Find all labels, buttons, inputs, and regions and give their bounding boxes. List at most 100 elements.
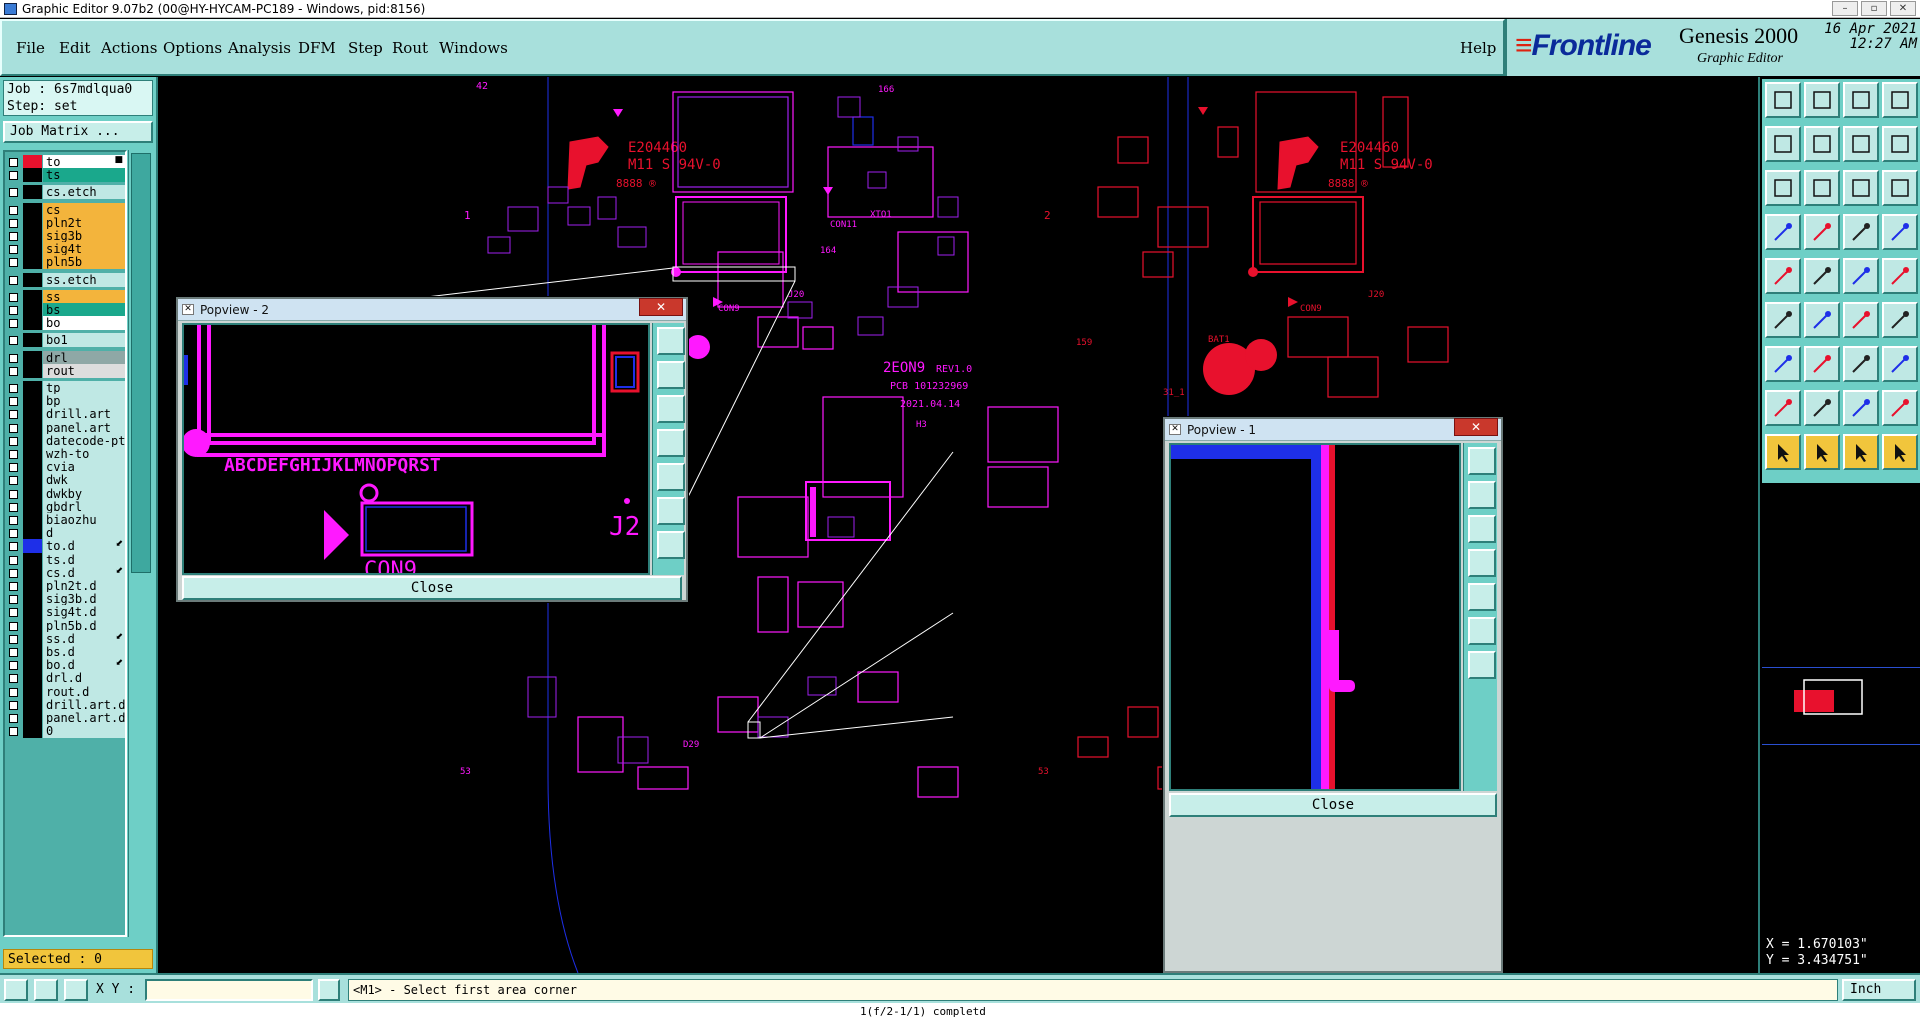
tool-button-r1c2[interactable] <box>1804 82 1840 118</box>
layer-checkbox[interactable] <box>9 410 18 420</box>
layer-color-swatch[interactable] <box>23 215 42 230</box>
popview-2-titlebar[interactable]: ✕ Popview - 2 <box>178 299 686 321</box>
layer-row[interactable]: pln5b <box>7 255 125 270</box>
layer-color-swatch[interactable] <box>23 697 42 712</box>
popview-1-close-button[interactable]: Close <box>1169 793 1497 817</box>
layer-row[interactable]: bo1 <box>7 333 125 348</box>
popview-1-tool-center[interactable] <box>1468 651 1496 679</box>
layer-row[interactable]: bp <box>7 394 125 409</box>
layer-row[interactable]: rout.d <box>7 684 125 699</box>
menu-edit[interactable]: Edit <box>59 39 90 57</box>
layer-row[interactable]: 0 <box>7 724 125 739</box>
layer-row[interactable]: drill.art.d <box>7 697 125 712</box>
layer-color-swatch[interactable] <box>23 513 42 527</box>
layer-row[interactable]: ss <box>7 289 125 304</box>
layer-row[interactable]: sig4t.d <box>7 605 125 620</box>
close-window-button[interactable]: ✕ <box>1890 1 1916 16</box>
layer-row[interactable]: drill.art <box>7 407 125 422</box>
tool-button-r6c1[interactable] <box>1765 302 1801 338</box>
layer-checkbox[interactable] <box>9 353 18 363</box>
layer-color-swatch[interactable] <box>23 645 42 659</box>
layer-row[interactable]: gbdrl <box>7 499 125 514</box>
tool-button-r7c1[interactable] <box>1765 346 1801 382</box>
layer-row[interactable]: dwkby <box>7 486 125 501</box>
layer-checkbox[interactable] <box>9 188 18 198</box>
menu-windows[interactable]: Windows <box>439 39 508 57</box>
layer-color-swatch[interactable] <box>23 592 42 607</box>
layer-color-swatch[interactable] <box>23 185 42 200</box>
layer-checkbox[interactable] <box>9 384 18 393</box>
layer-color-swatch[interactable] <box>23 473 42 488</box>
layer-checkbox[interactable] <box>9 423 18 433</box>
maximize-button[interactable]: ▫ <box>1861 1 1887 16</box>
layer-checkbox[interactable] <box>9 171 18 181</box>
layer-color-swatch[interactable] <box>23 289 42 304</box>
layer-color-swatch[interactable] <box>23 447 42 461</box>
layer-checkbox[interactable] <box>9 292 18 302</box>
measure-mode-button[interactable] <box>34 979 58 1001</box>
layer-color-swatch[interactable] <box>23 486 42 501</box>
layer-row[interactable]: ts.d <box>7 552 125 567</box>
xy-input[interactable] <box>145 979 313 1001</box>
layer-color-swatch[interactable] <box>23 229 42 243</box>
popview-1-tool-pan-left[interactable] <box>1468 549 1496 577</box>
layer-color-swatch[interactable] <box>23 255 42 270</box>
layer-checkbox[interactable] <box>9 595 18 605</box>
overview-map[interactable] <box>1762 667 1920 745</box>
tool-button-r3c3[interactable] <box>1843 170 1879 206</box>
popview-1-close-x[interactable]: ✕ <box>1454 418 1498 436</box>
layer-row[interactable]: panel.art.d <box>7 711 125 725</box>
tool-button-r6c4[interactable] <box>1882 302 1918 338</box>
menu-analysis[interactable]: Analysis <box>228 39 291 57</box>
layer-checkbox[interactable] <box>9 542 18 552</box>
layer-color-swatch[interactable] <box>23 711 42 725</box>
layer-color-swatch[interactable] <box>23 420 42 435</box>
layer-row[interactable]: cs.d ⬋ <box>7 565 125 580</box>
popview-1-titlebar[interactable]: ✕ Popview - 1 <box>1165 419 1501 441</box>
pause-button[interactable] <box>318 979 340 1001</box>
layer-color-swatch[interactable] <box>23 394 42 409</box>
layer-checkbox[interactable] <box>9 476 18 486</box>
layer-row[interactable]: pln2t <box>7 215 125 230</box>
popview-2-canvas[interactable]: ABCDEFGHIJKLMNOPQRST CON9 J2 <box>182 323 650 575</box>
tool-button-r8c2[interactable] <box>1804 390 1840 426</box>
popview-2-tool-pan-right[interactable] <box>657 463 685 491</box>
tool-button-r8c1[interactable] <box>1765 390 1801 426</box>
layer-color-swatch[interactable] <box>23 460 42 475</box>
layer-color-swatch[interactable] <box>23 684 42 699</box>
layer-row[interactable]: ss.etch <box>7 272 125 287</box>
units-selector[interactable]: Inch <box>1842 979 1916 1001</box>
layer-color-swatch[interactable] <box>23 552 42 567</box>
layer-row[interactable]: to.d ⬋ <box>7 539 125 554</box>
tool-button-r4c2[interactable] <box>1804 214 1840 250</box>
tool-button-r3c2[interactable] <box>1804 170 1840 206</box>
layer-row[interactable]: wzh-to <box>7 447 125 461</box>
popview-1-tool-zoom-in[interactable] <box>1468 481 1496 509</box>
popview-2-tool-fit[interactable] <box>657 497 685 525</box>
layer-checkbox[interactable] <box>9 634 18 644</box>
menu-step[interactable]: Step <box>348 39 383 57</box>
layer-row[interactable]: rout <box>7 363 125 378</box>
layer-checkbox[interactable] <box>9 608 18 618</box>
layer-checkbox[interactable] <box>9 275 18 285</box>
layer-row[interactable]: sig3b.d <box>7 592 125 607</box>
layer-row[interactable]: sig4t <box>7 242 125 257</box>
layer-row[interactable]: bo <box>7 316 125 331</box>
graphic-canvas[interactable]: E204460 M11 S 94V-0 8888 ® E204460 M11 S… <box>158 77 1758 973</box>
layer-checkbox[interactable] <box>9 568 18 578</box>
layer-checkbox[interactable] <box>9 232 18 241</box>
layer-row[interactable]: drl.d <box>7 671 125 686</box>
layer-row[interactable]: ss.d ⬋ <box>7 631 125 646</box>
layer-checkbox[interactable] <box>9 714 18 723</box>
layer-row[interactable]: sig3b <box>7 229 125 243</box>
layer-color-swatch[interactable] <box>23 579 42 593</box>
layer-row[interactable]: bo.d ⬋ <box>7 658 125 673</box>
layer-checkbox[interactable] <box>9 674 18 684</box>
layer-row[interactable]: bs.d <box>7 645 125 659</box>
tool-button-r2c2[interactable] <box>1804 126 1840 162</box>
popview-2-close-x[interactable]: ✕ <box>639 298 683 316</box>
layer-row[interactable]: pln5b.d <box>7 618 125 633</box>
tool-button-r4c1[interactable] <box>1765 214 1801 250</box>
popview-1-tool-zoom-out[interactable] <box>1468 515 1496 543</box>
tool-button-r7c3[interactable] <box>1843 346 1879 382</box>
